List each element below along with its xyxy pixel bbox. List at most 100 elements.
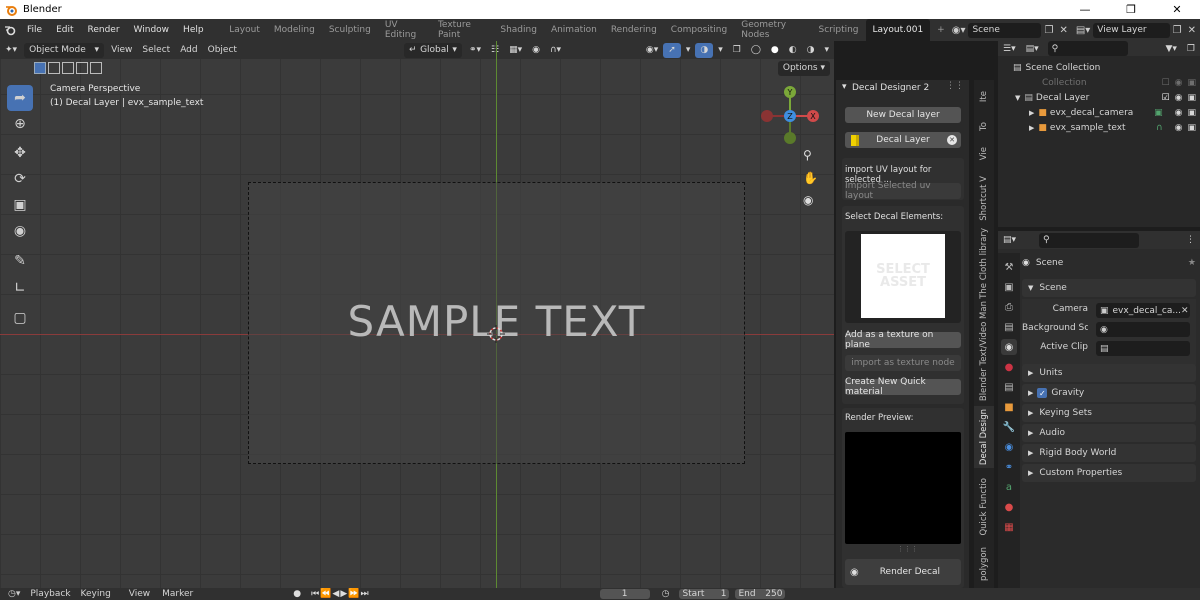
new-scene-icon[interactable]: ❐ <box>1044 25 1053 36</box>
outliner-row-collection[interactable]: Collection ☐ ◉ ▣ <box>998 75 1200 90</box>
add-workspace-button[interactable]: + <box>930 19 952 41</box>
view-layer-icon[interactable]: ▤▾ <box>1076 25 1090 36</box>
exclude-checkbox-icon[interactable]: ☐ <box>1162 78 1170 88</box>
expand-right-icon[interactable]: ▶ <box>1029 109 1034 117</box>
outliner-editor-type-icon[interactable]: ☰▾ <box>998 41 1021 56</box>
shading-dropdown-icon[interactable]: ▾ <box>819 43 834 58</box>
scene-selector-icon[interactable]: ◉▾ <box>952 25 966 36</box>
render-tab-icon[interactable]: ▣ <box>1001 279 1017 295</box>
scale-tool-icon[interactable]: ▣ <box>7 192 33 218</box>
workspace-tab-scripting[interactable]: Scripting <box>812 19 866 41</box>
outliner-row-decal-camera[interactable]: ▶ ■ evx_decal_camera ▣ ◉ ▣ <box>998 105 1200 120</box>
3d-viewport[interactable]: ✦▾ Object Mode ▾ View Select Add Object ↵… <box>0 41 834 600</box>
expand-right-icon[interactable]: ▶ <box>1029 124 1034 132</box>
tab-tool[interactable]: To <box>974 114 994 138</box>
new-view-layer-icon[interactable]: ❐ <box>1173 25 1182 36</box>
render-camera-icon[interactable]: ▣ <box>1187 78 1196 88</box>
workspace-tab-layout[interactable]: Layout <box>222 19 267 41</box>
menu-edit[interactable]: Edit <box>49 25 80 35</box>
data-tab-icon[interactable]: a <box>1001 479 1017 495</box>
workspace-tab-compositing[interactable]: Compositing <box>664 19 734 41</box>
view-layer-tab-icon[interactable]: ▤ <box>1001 319 1017 335</box>
import-uv-layout-button[interactable]: Import Selected uv layout <box>845 181 961 201</box>
add-texture-plane-button[interactable]: Add as a texture on plane <box>845 330 961 350</box>
section-gravity-header[interactable]: ▶ ✓ Gravity <box>1022 384 1196 402</box>
gravity-checkbox[interactable]: ✓ <box>1037 388 1048 398</box>
workspace-tab-sculpting[interactable]: Sculpting <box>322 19 378 41</box>
collection-tab-icon[interactable]: ▤ <box>1001 379 1017 395</box>
visibility-icon[interactable]: ◉▾ <box>641 43 663 58</box>
asset-thumbnail[interactable]: SELECT ASSET <box>861 234 945 318</box>
transform-orientation-dropdown[interactable]: ↵ Global ▾ <box>403 42 462 58</box>
texture-tab-icon[interactable]: ▦ <box>1001 519 1017 535</box>
select-extend-icon[interactable] <box>48 62 60 74</box>
select-invert-icon[interactable] <box>76 62 88 74</box>
end-frame-field[interactable]: End 250 <box>735 589 786 599</box>
visibility-eye-icon[interactable]: ◉ <box>1175 78 1183 88</box>
object-mode-dropdown[interactable]: Object Mode ▾ <box>24 42 105 58</box>
remove-scene-icon[interactable]: ✕ <box>1059 25 1067 36</box>
render-decal-button[interactable]: ◉ Render Decal <box>845 559 961 585</box>
section-scene-header[interactable]: ▼ Scene <box>1022 279 1196 297</box>
outliner-row-sample-text[interactable]: ▶ ■ evx_sample_text ∩ ◉ ▣ <box>998 120 1200 135</box>
active-clip-field[interactable]: ▤ <box>1096 341 1190 356</box>
viewport-menu-view[interactable]: View <box>106 43 137 58</box>
properties-options-icon[interactable]: ⋮ <box>1181 233 1200 248</box>
gizmo-y-axis[interactable]: Y <box>784 86 796 98</box>
outliner-search-input[interactable]: ⚲ <box>1047 41 1128 56</box>
zoom-icon[interactable]: ⚲ <box>803 148 812 162</box>
tab-decal-designer[interactable]: Decal Design <box>974 406 994 468</box>
expand-down-icon[interactable]: ▼ <box>1015 94 1020 102</box>
modifier-tab-icon[interactable]: 🔧 <box>1001 419 1017 435</box>
clear-icon[interactable]: ✕ <box>1181 306 1189 316</box>
add-cube-tool-icon[interactable]: ▢ <box>7 305 33 331</box>
material-tab-icon[interactable]: ● <box>1001 499 1017 515</box>
new-collection-icon[interactable]: ❐ <box>1182 41 1200 56</box>
tool-tab-icon[interactable]: ⚒ <box>1001 259 1017 275</box>
visibility-eye-icon[interactable]: ◉ <box>1175 93 1183 103</box>
display-mode-icon[interactable]: ▤▾ <box>1021 41 1044 56</box>
editor-type-icon[interactable]: ✦▾ <box>0 43 22 58</box>
visibility-eye-icon[interactable]: ◉ <box>1175 108 1183 118</box>
workspace-tab-texture-paint[interactable]: Texture Paint <box>431 19 493 41</box>
physics-tab-icon[interactable]: ◉ <box>1001 439 1017 455</box>
tab-polygon[interactable]: polygon <box>974 544 994 584</box>
material-shading-icon[interactable]: ◐ <box>784 43 802 58</box>
close-icon[interactable]: ✕ <box>1154 0 1200 19</box>
playback-controls-icon[interactable]: ⏮⏪◀▶⏩⏭ <box>311 589 369 599</box>
record-icon[interactable]: ● <box>293 589 301 599</box>
measure-tool-icon[interactable]: ∟ <box>7 275 33 301</box>
create-quick-material-button[interactable]: Create New Quick material <box>845 377 961 397</box>
viewport-menu-add[interactable]: Add <box>175 43 202 58</box>
rotate-tool-icon[interactable]: ⟳ <box>7 166 33 192</box>
camera-view-icon[interactable]: ◉ <box>803 193 813 207</box>
wireframe-shading-icon[interactable]: ◯ <box>746 43 766 58</box>
background-scene-field[interactable]: ◉ <box>1096 322 1190 337</box>
properties-editor-type-icon[interactable]: ▤▾ <box>998 233 1021 248</box>
menu-window[interactable]: Window <box>127 25 177 35</box>
tab-quick-functions[interactable]: Quick Functio <box>974 472 994 542</box>
move-tool-icon[interactable]: ✥ <box>7 140 33 166</box>
xray-icon[interactable]: ❐ <box>728 43 746 58</box>
filter-icon[interactable]: ▼▾ <box>1160 41 1181 56</box>
viewport-menu-select[interactable]: Select <box>137 43 175 58</box>
workspace-tab-animation[interactable]: Animation <box>544 19 604 41</box>
tab-cloth-library[interactable]: The Cloth library <box>974 228 994 299</box>
pin-icon[interactable]: ★ <box>1188 258 1196 268</box>
tab-item[interactable]: Ite <box>974 82 994 112</box>
scene-field[interactable]: Scene <box>968 22 1042 38</box>
properties-search-input[interactable]: ⚲ <box>1039 232 1140 248</box>
asset-preview-frame[interactable]: SELECT ASSET <box>845 231 961 323</box>
render-camera-icon[interactable]: ▣ <box>1187 108 1196 118</box>
overlay-toggle-icon[interactable]: ◑ <box>695 42 714 58</box>
viewport-menu-object[interactable]: Object <box>203 43 242 58</box>
timeline-menu-playback[interactable]: Playback <box>30 589 70 599</box>
timeline-menu-keying[interactable]: Keying <box>81 589 111 599</box>
output-tab-icon[interactable]: ⎙ <box>1001 299 1017 315</box>
outliner-row-decal-layer[interactable]: ▼ ▤ Decal Layer ☑ ◉ ▣ <box>998 90 1200 105</box>
gizmo-x-axis[interactable]: X <box>807 110 819 122</box>
cursor-tool-icon[interactable]: ⊕ <box>7 111 33 137</box>
start-frame-field[interactable]: Start 1 <box>679 589 730 599</box>
world-tab-icon[interactable]: ● <box>1001 359 1017 375</box>
timeline-editor-type-icon[interactable]: ◷▾ <box>8 589 20 599</box>
